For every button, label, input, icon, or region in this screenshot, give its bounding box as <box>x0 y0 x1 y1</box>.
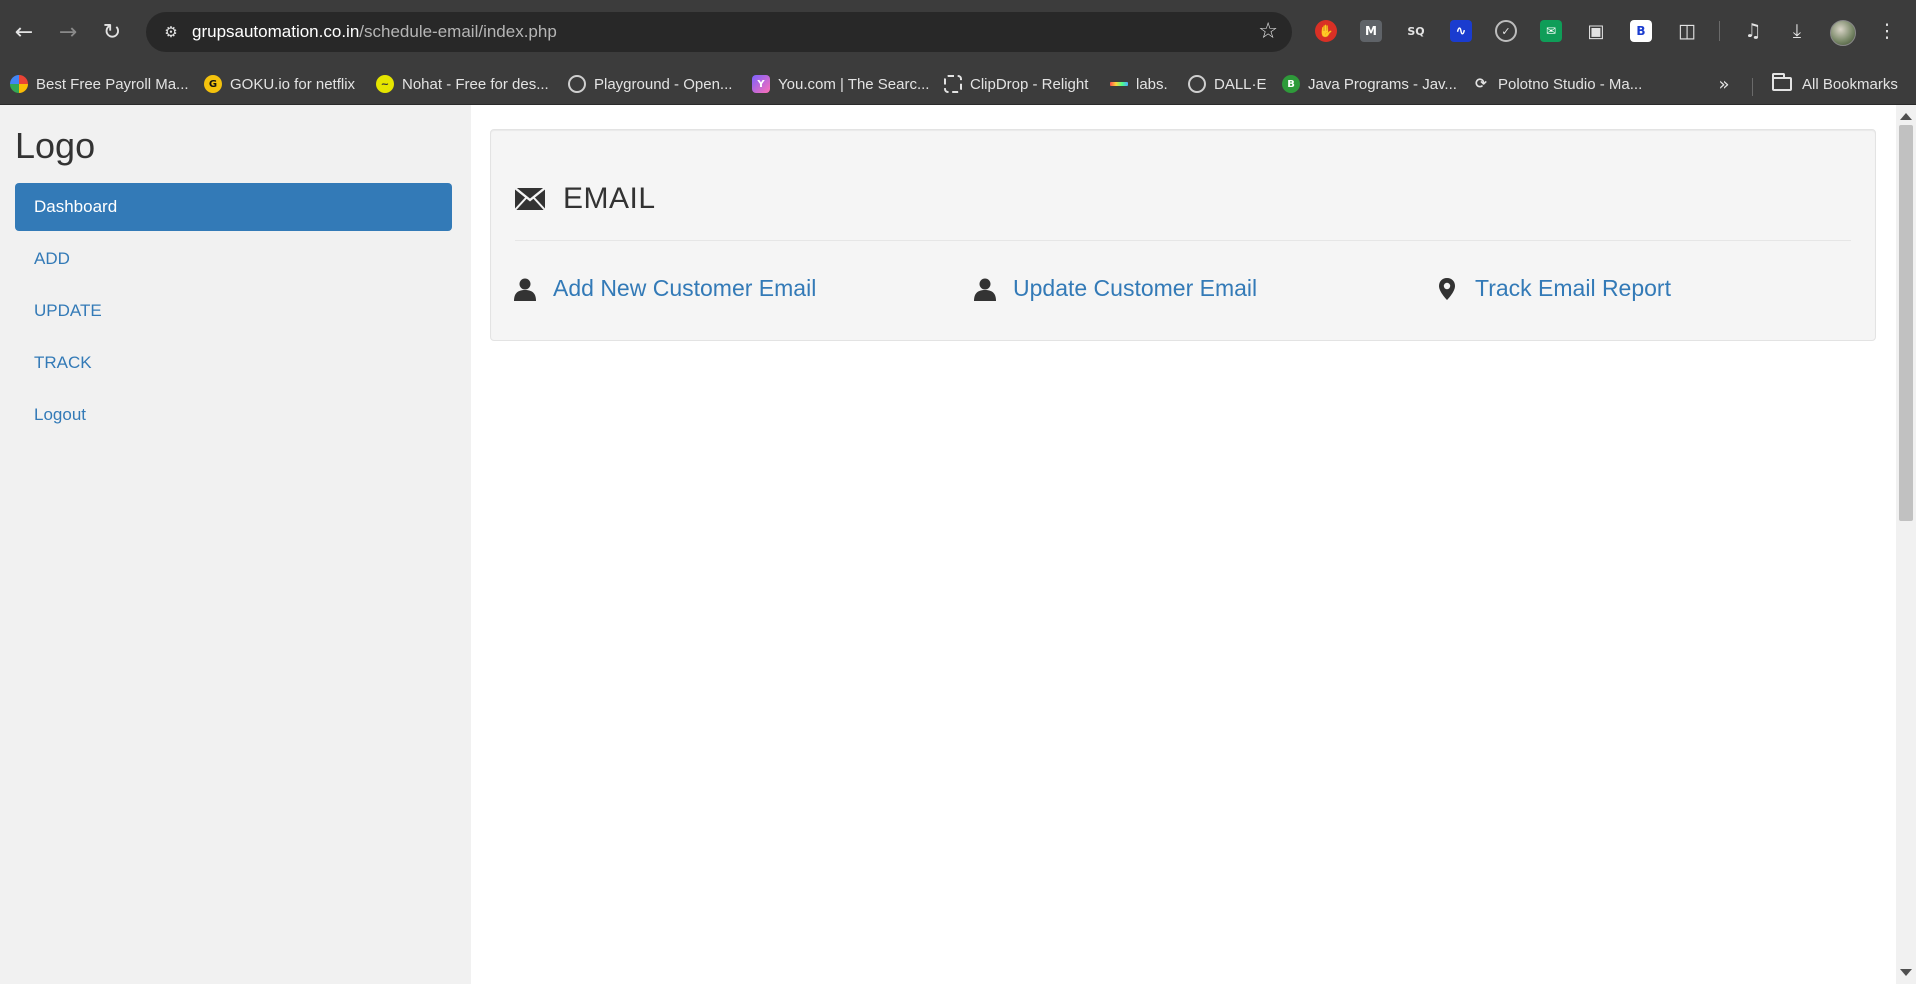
sidebar-item-update[interactable]: UPDATE <box>15 287 452 335</box>
bookmarks-bar: Best Free Payroll Ma... G GOKU.io for ne… <box>0 64 1916 105</box>
page-scrollbar[interactable] <box>1896 105 1916 984</box>
sidebar-item-add[interactable]: ADD <box>15 235 452 283</box>
m-extension-icon[interactable]: M <box>1360 20 1382 42</box>
site-settings-icon[interactable]: ⚙ <box>160 21 182 43</box>
bookmark-label: Polotno Studio - Ma... <box>1498 75 1643 93</box>
java-favicon-icon: B <box>1282 75 1300 93</box>
bookmark-label: Playground - Open... <box>594 75 733 93</box>
add-new-customer-email-link[interactable]: Add New Customer Email <box>553 275 816 302</box>
user-icon <box>974 278 996 301</box>
bookmark-label: GOKU.io for netflix <box>230 75 356 93</box>
scroll-down-arrow-icon[interactable] <box>1900 969 1912 976</box>
bookmark-label: Java Programs - Jav... <box>1308 75 1457 93</box>
bookmark-label: ClipDrop - Relight <box>970 75 1089 93</box>
back-arrow-icon[interactable]: ← <box>6 14 42 50</box>
goku-favicon-icon: G <box>204 75 222 93</box>
bookmark-item[interactable]: Y You.com | The Searc... <box>752 72 929 96</box>
menu-kebab-icon[interactable]: ⋮ <box>1872 16 1902 46</box>
sidebar-item-dashboard[interactable]: Dashboard <box>15 183 452 231</box>
track-report-action: Track Email Report <box>1435 275 1671 302</box>
window-extension-icon[interactable]: ▣ <box>1585 20 1607 42</box>
map-marker-icon <box>1439 277 1455 300</box>
media-playlist-icon[interactable]: ♫ <box>1738 16 1768 46</box>
bookmark-label: Best Free Payroll Ma... <box>36 75 189 93</box>
all-bookmarks-label: All Bookmarks <box>1802 75 1898 93</box>
bookmark-label: DALL·E <box>1214 75 1267 93</box>
check-extension-icon[interactable]: ✓ <box>1495 20 1517 42</box>
sidebar-item-logout[interactable]: Logout <box>15 391 452 439</box>
wave-extension-icon[interactable]: ∿ <box>1450 20 1472 42</box>
track-email-report-link[interactable]: Track Email Report <box>1475 275 1671 302</box>
forward-arrow-icon[interactable]: → <box>50 14 86 50</box>
bookmark-item[interactable]: labs. <box>1110 72 1168 96</box>
bookmarks-overflow-chevron-icon[interactable]: » <box>1710 72 1738 96</box>
b-extension-icon[interactable]: B <box>1630 20 1652 42</box>
bookmark-item[interactable]: Best Free Payroll Ma... <box>10 72 189 96</box>
add-customer-action: Add New Customer Email <box>513 275 816 302</box>
bookmark-item[interactable]: ⟳ Polotno Studio - Ma... <box>1472 72 1642 96</box>
sidebar-item-track[interactable]: TRACK <box>15 339 452 387</box>
sidebar: Logo Dashboard ADD UPDATE TRACK Logout <box>0 105 471 984</box>
sq-extension-icon[interactable]: SQ <box>1405 20 1427 42</box>
email-panel: EMAIL Add New Customer Email Update Cust… <box>490 129 1876 341</box>
url-text[interactable]: grupsautomation.co.in/schedule-email/ind… <box>192 12 557 52</box>
reload-icon[interactable]: ↻ <box>94 14 130 50</box>
bookmark-item[interactable]: Playground - Open... <box>568 72 732 96</box>
all-bookmarks-button[interactable]: All Bookmarks <box>1772 72 1898 96</box>
extensions-puzzle-icon[interactable]: ◫ <box>1672 16 1702 46</box>
url-host: grupsautomation.co.in <box>192 22 360 41</box>
scrollbar-thumb[interactable] <box>1899 125 1913 521</box>
envelope-icon <box>515 188 545 210</box>
sidebar-nav: Dashboard ADD UPDATE TRACK Logout <box>15 183 452 443</box>
nohat-favicon-icon: ~ <box>376 75 394 93</box>
update-customer-email-link[interactable]: Update Customer Email <box>1013 275 1257 302</box>
toolbar-separator <box>1719 21 1720 41</box>
download-icon[interactable]: ⤓ <box>1782 16 1812 46</box>
logo: Logo <box>15 125 96 166</box>
labs-favicon-icon <box>1110 82 1128 86</box>
address-bar[interactable]: ⚙ grupsautomation.co.in/schedule-email/i… <box>146 12 1292 52</box>
page-title: EMAIL <box>563 182 656 215</box>
profile-avatar[interactable] <box>1830 20 1856 46</box>
clipdrop-favicon-icon <box>944 75 962 93</box>
update-customer-action: Update Customer Email <box>973 275 1257 302</box>
user-icon <box>514 278 536 301</box>
panel-divider <box>515 240 1851 241</box>
youcom-favicon-icon: Y <box>752 75 770 93</box>
openai-favicon-icon <box>1188 75 1206 93</box>
bookmark-star-icon[interactable]: ☆ <box>1258 20 1278 44</box>
bookmark-item[interactable]: B Java Programs - Jav... <box>1282 72 1457 96</box>
bookmark-label: Nohat - Free for des... <box>402 75 549 93</box>
bookmark-label: labs. <box>1136 75 1168 93</box>
mail-extension-icon[interactable]: ✉ <box>1540 20 1562 42</box>
url-path: /schedule-email/index.php <box>359 22 557 41</box>
openai-favicon-icon <box>568 75 586 93</box>
page-content: Logo Dashboard ADD UPDATE TRACK Logout E… <box>0 105 1916 984</box>
scroll-up-arrow-icon[interactable] <box>1900 113 1912 120</box>
bookmark-item[interactable]: ~ Nohat - Free for des... <box>376 72 549 96</box>
bookmark-item[interactable]: DALL·E <box>1188 72 1267 96</box>
bookmark-item[interactable]: G GOKU.io for netflix <box>204 72 355 96</box>
bookmarks-separator <box>1752 78 1753 96</box>
polotno-favicon-icon: ⟳ <box>1475 76 1487 92</box>
browser-toolbar: ← → ↻ ⚙ grupsautomation.co.in/schedule-e… <box>0 0 1916 64</box>
folder-icon <box>1772 73 1792 91</box>
bookmark-item[interactable]: ClipDrop - Relight <box>944 72 1088 96</box>
hand-block-extension-icon[interactable]: ✋ <box>1315 20 1337 42</box>
panel-header: EMAIL <box>515 182 656 216</box>
payroll-favicon-icon <box>10 75 28 93</box>
bookmark-label: You.com | The Searc... <box>778 75 930 93</box>
